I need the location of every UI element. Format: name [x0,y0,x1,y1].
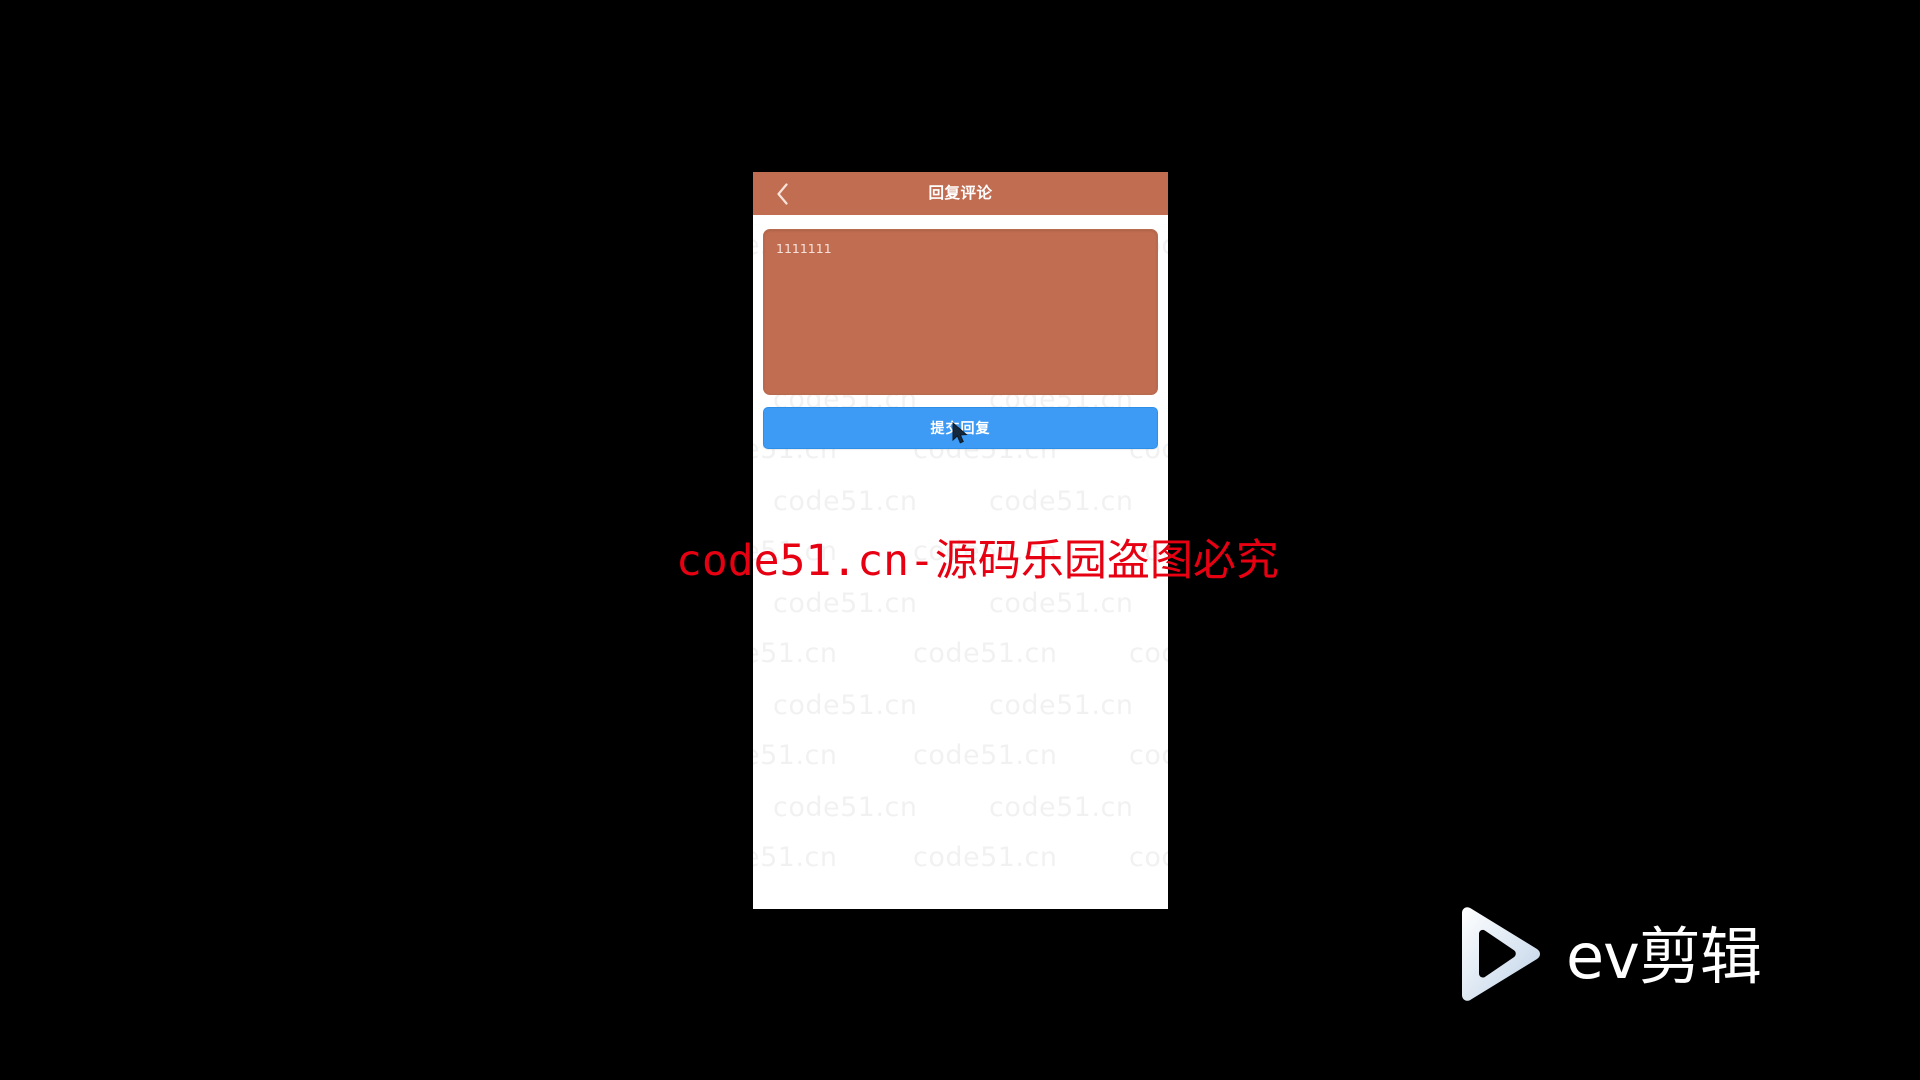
watermark-tile: code51.cn [913,638,1058,669]
watermark-tile: code51.cn [989,792,1134,823]
watermark-tile: code51.cn [773,792,918,823]
submit-reply-button[interactable]: 提交回复 [763,407,1158,449]
watermark-tile: code51.cn [773,486,918,517]
app-viewport: code51.cn code51.cn code51.cn code51.cn code… [753,172,1168,909]
watermark-tile: code51.cn [753,638,838,669]
play-triangle-icon [1452,905,1544,1008]
watermark-tile: code51.cn [913,536,1058,567]
watermark-tile: code51.cn [773,588,918,619]
chevron-left-icon [776,182,789,205]
watermark-tile: code51.cn [753,536,838,567]
ev-editor-logo: ev剪辑 [1452,905,1762,1008]
watermark-tile: code51.cn [1129,536,1168,567]
watermark-tile: code51.cn [1129,842,1168,873]
watermark-tile: code51.cn [913,842,1058,873]
watermark-tile: code51.cn [989,690,1134,721]
app-header: 回复评论 [753,172,1168,215]
screenshot-canvas: code51.cn code51.cn code51.cn code51.cn code… [0,0,1920,1080]
watermark-tile: code51.cn [1129,740,1168,771]
watermark-tile: code51.cn [989,588,1134,619]
back-button[interactable] [765,172,799,215]
watermark-tile: code51.cn [1129,638,1168,669]
watermark-tile: code51.cn [989,486,1134,517]
watermark-tile: code51.cn [773,690,918,721]
watermark-tile: code51.cn [753,842,838,873]
watermark-tile: code51.cn [753,740,838,771]
page-title: 回复评论 [928,184,993,202]
watermark-tile: code51.cn [913,740,1058,771]
reply-textarea[interactable] [763,229,1158,395]
ev-wordmark: ev剪辑 [1566,919,1762,993]
